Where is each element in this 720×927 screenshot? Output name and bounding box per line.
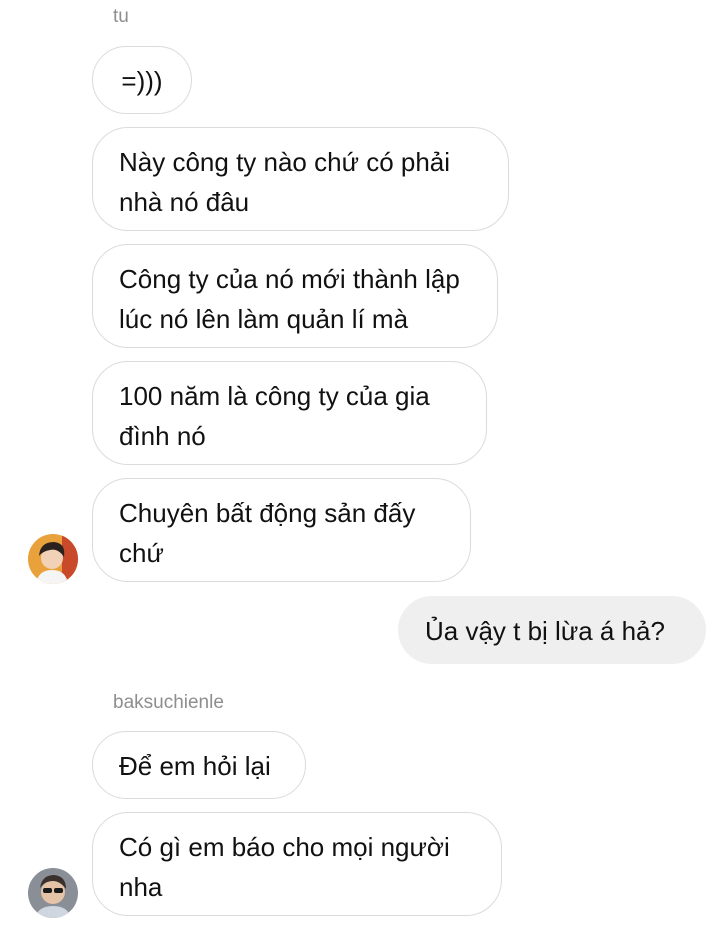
my-message-bubble[interactable]: Ủa vậy t bị lừa á hả? [398, 596, 706, 664]
message-bubble[interactable]: Chuyên bất động sản đấy chứ [92, 478, 471, 582]
message-bubble[interactable]: 100 năm là công ty của gia đình nó [92, 361, 487, 465]
message-bubble[interactable]: Công ty của nó mới thành lập lúc nó lên … [92, 244, 498, 348]
message-bubble[interactable]: Này công ty nào chứ có phải nhà nó đâu [92, 127, 509, 231]
sender-name: baksuchienle [113, 692, 224, 713]
sender-name: tu [113, 6, 129, 27]
user-avatar-icon[interactable] [28, 868, 78, 918]
user-avatar-icon[interactable] [28, 534, 78, 584]
message-bubble[interactable]: Để em hỏi lại [92, 731, 306, 799]
message-bubble[interactable]: =))) [92, 46, 192, 114]
message-bubble[interactable]: Có gì em báo cho mọi người nha [92, 812, 502, 916]
